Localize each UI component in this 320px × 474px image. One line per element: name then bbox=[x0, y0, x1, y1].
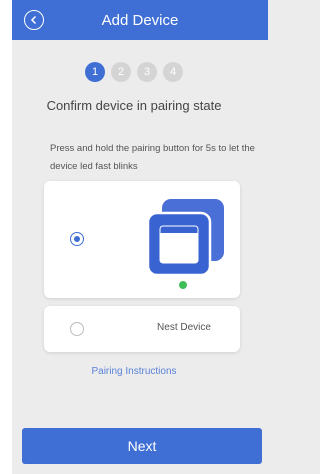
page-title: Add Device bbox=[101, 11, 179, 29]
chevron-left-icon bbox=[30, 15, 37, 25]
pairing-instructions-link[interactable]: Pairing Instructions bbox=[0, 366, 268, 377]
back-button[interactable] bbox=[24, 10, 44, 30]
option-card-device[interactable] bbox=[44, 181, 240, 298]
radio-selected[interactable] bbox=[70, 232, 84, 246]
header-bar: Add Device bbox=[12, 0, 268, 40]
nest-device-label: Nest Device bbox=[157, 322, 211, 333]
step-1: 1 bbox=[85, 62, 105, 82]
led-indicator bbox=[179, 281, 187, 289]
step-4: 4 bbox=[163, 62, 183, 82]
step-2: 2 bbox=[111, 62, 131, 82]
step-indicator: 1 2 3 4 bbox=[0, 62, 268, 82]
step-3: 3 bbox=[137, 62, 157, 82]
next-button[interactable]: Next bbox=[22, 428, 262, 464]
step-subtitle: Confirm device in pairing state bbox=[46, 98, 222, 113]
option-card-nest[interactable]: Nest Device bbox=[44, 306, 240, 352]
radio-unselected[interactable] bbox=[70, 322, 84, 336]
device-icon bbox=[146, 199, 224, 289]
pairing-instruction: Press and hold the pairing button for 5s… bbox=[50, 143, 255, 172]
